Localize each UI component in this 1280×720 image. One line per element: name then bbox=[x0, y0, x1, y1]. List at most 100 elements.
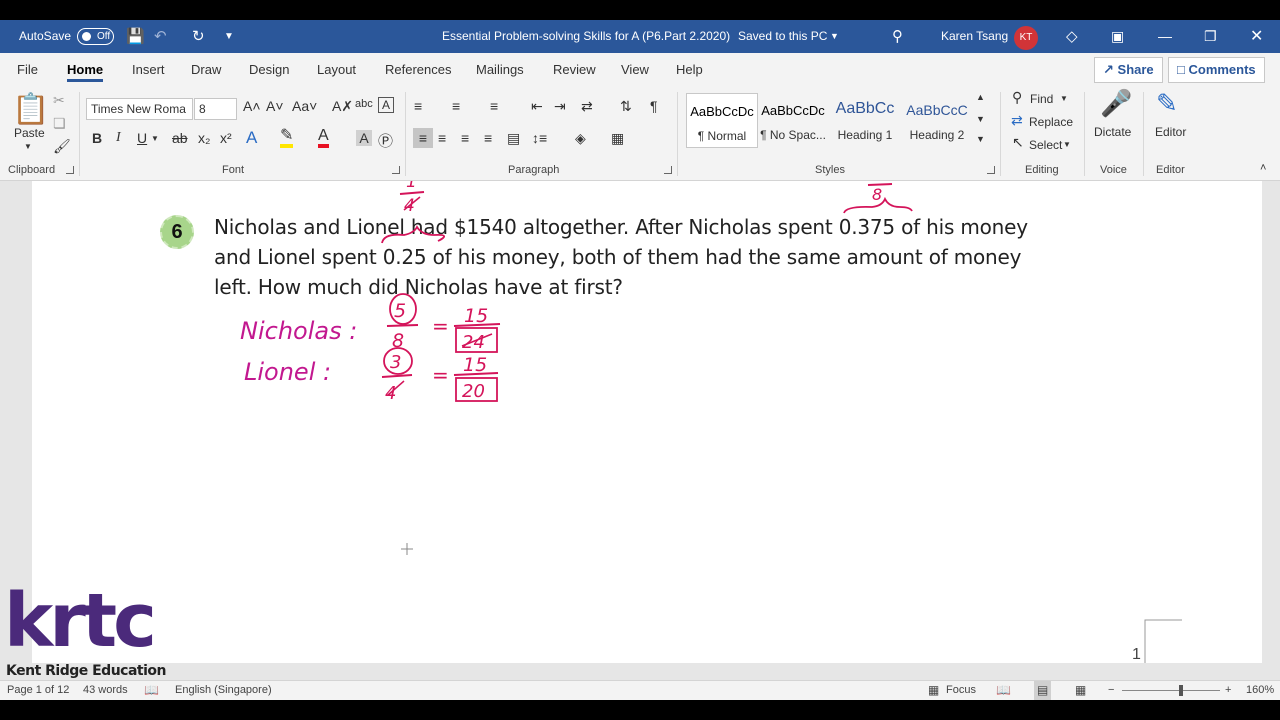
user-name[interactable]: Karen Tsang bbox=[941, 20, 1008, 53]
page-count[interactable]: Page 1 of 12 bbox=[7, 681, 69, 701]
superscript-icon[interactable]: x² bbox=[220, 130, 232, 146]
editor-pen-icon[interactable]: ✎ bbox=[1156, 88, 1178, 119]
read-mode-icon[interactable]: 📖 bbox=[996, 681, 1011, 701]
change-case-icon[interactable]: Aa˅ bbox=[292, 98, 317, 114]
italic-icon[interactable]: I bbox=[116, 130, 121, 146]
find-icon[interactable]: ⚲ bbox=[1012, 89, 1022, 106]
replace-icon[interactable]: ⇄ bbox=[1011, 112, 1023, 129]
strikethrough-icon[interactable]: ab bbox=[172, 130, 188, 146]
font-name-combo[interactable]: Times New Roma bbox=[86, 98, 193, 120]
styles-launcher-icon[interactable] bbox=[987, 166, 995, 174]
word-count[interactable]: 43 words bbox=[83, 681, 128, 701]
tab-help[interactable]: Help bbox=[676, 53, 703, 86]
document-page[interactable]: 6 Nicholas and Lionel had $1540 altogeth… bbox=[32, 181, 1262, 663]
styles-scroll-down-icon[interactable]: ▼ bbox=[976, 114, 985, 124]
zoom-in-icon[interactable]: + bbox=[1225, 681, 1231, 701]
grow-font-icon[interactable]: A˄ bbox=[243, 98, 261, 114]
close-icon[interactable]: ✕ bbox=[1250, 20, 1263, 53]
borders-icon[interactable]: ▦ bbox=[611, 130, 624, 147]
tab-layout[interactable]: Layout bbox=[317, 53, 356, 86]
shading-icon[interactable]: ◈ bbox=[575, 130, 586, 147]
copy-icon[interactable]: ❏ bbox=[53, 115, 66, 132]
redo-icon[interactable]: ↻ bbox=[192, 20, 205, 53]
focus-icon[interactable]: ▦ bbox=[928, 681, 939, 701]
avatar[interactable]: KT bbox=[1014, 26, 1038, 50]
print-layout-icon[interactable]: ▤ bbox=[1034, 681, 1052, 701]
underline-chevron-icon[interactable]: ▼ bbox=[151, 134, 159, 143]
decrease-indent-icon[interactable]: ⇤ bbox=[531, 98, 543, 115]
dictate-button[interactable]: Dictate bbox=[1094, 125, 1131, 139]
tab-insert[interactable]: Insert bbox=[132, 53, 165, 86]
style-heading-1[interactable]: AaBbCc Heading 1 bbox=[829, 93, 901, 148]
sort-icon[interactable]: ⇅ bbox=[620, 98, 632, 115]
zoom-slider[interactable] bbox=[1122, 685, 1220, 696]
font-launcher-icon[interactable] bbox=[392, 166, 400, 174]
show-marks-icon[interactable]: ¶ bbox=[650, 98, 658, 114]
replace-button[interactable]: Replace bbox=[1029, 115, 1073, 129]
tab-file[interactable]: File bbox=[17, 53, 38, 86]
align-center-icon[interactable]: ≡ bbox=[438, 130, 446, 146]
tab-review[interactable]: Review bbox=[553, 53, 596, 86]
customize-qat-icon[interactable]: ▼ bbox=[224, 20, 234, 53]
tab-draw[interactable]: Draw bbox=[191, 53, 221, 86]
collapse-ribbon-icon[interactable]: ˄ bbox=[1260, 162, 1266, 174]
comments-button[interactable]: □ Comments bbox=[1168, 57, 1265, 83]
save-status[interactable]: Saved to this PC bbox=[738, 20, 827, 53]
increase-indent-icon[interactable]: ⇥ bbox=[554, 98, 566, 115]
autosave-toggle[interactable]: Off bbox=[77, 28, 114, 45]
styles-more-icon[interactable]: ▼ bbox=[976, 134, 985, 144]
save-status-chevron-icon[interactable]: ▼ bbox=[830, 20, 839, 53]
select-chevron-icon[interactable]: ▼ bbox=[1063, 140, 1071, 149]
paste-label[interactable]: Paste bbox=[14, 126, 45, 140]
style-heading-2[interactable]: AaBbCcC Heading 2 bbox=[901, 93, 973, 148]
align-right-icon[interactable]: ≡ bbox=[461, 130, 469, 146]
subscript-icon[interactable]: x₂ bbox=[198, 130, 210, 146]
find-button[interactable]: Find bbox=[1030, 92, 1053, 106]
text-effects-icon[interactable]: A bbox=[246, 128, 257, 148]
bullets-icon[interactable]: ≡ bbox=[414, 98, 422, 114]
select-button[interactable]: Select bbox=[1029, 138, 1062, 152]
multilevel-list-icon[interactable]: ≡ bbox=[490, 98, 498, 114]
paragraph-launcher-icon[interactable] bbox=[664, 166, 672, 174]
language[interactable]: English (Singapore) bbox=[175, 681, 272, 701]
format-painter-icon[interactable]: 🖌 bbox=[53, 138, 71, 155]
paste-icon[interactable]: 📋 bbox=[12, 92, 49, 127]
tab-references[interactable]: References bbox=[385, 53, 451, 86]
enclose-characters-icon[interactable]: Ⓟ bbox=[378, 130, 393, 151]
character-shading-icon[interactable]: A bbox=[356, 130, 372, 146]
bold-icon[interactable]: B bbox=[92, 130, 102, 146]
clear-formatting-icon[interactable]: A✗ bbox=[332, 98, 353, 115]
share-button[interactable]: ↗ Share bbox=[1094, 57, 1163, 83]
highlight-icon[interactable]: ✎ bbox=[280, 128, 294, 148]
phonetic-guide-icon[interactable]: abc bbox=[355, 98, 373, 110]
zoom-out-icon[interactable]: − bbox=[1108, 681, 1114, 701]
web-layout-icon[interactable]: ▦ bbox=[1075, 681, 1086, 701]
find-chevron-icon[interactable]: ▼ bbox=[1060, 94, 1068, 103]
editor-button[interactable]: Editor bbox=[1155, 125, 1186, 139]
numbering-icon[interactable]: ≡ bbox=[452, 98, 460, 114]
undo-icon[interactable]: ↶ bbox=[154, 20, 167, 53]
zoom-level[interactable]: 160% bbox=[1246, 681, 1274, 701]
save-icon[interactable]: 💾 bbox=[126, 20, 145, 53]
paste-chevron-icon[interactable]: ▼ bbox=[24, 142, 32, 151]
character-border-icon[interactable]: A bbox=[378, 97, 394, 113]
tab-mailings[interactable]: Mailings bbox=[476, 53, 524, 86]
style-no-spacing[interactable]: AaBbCcDc ¶ No Spac... bbox=[757, 93, 829, 148]
style-normal[interactable]: AaBbCcDc ¶ Normal bbox=[686, 93, 758, 148]
font-size-combo[interactable]: 8 bbox=[194, 98, 237, 120]
align-left-icon[interactable]: ≡ bbox=[413, 128, 433, 148]
focus-button[interactable]: Focus bbox=[946, 681, 976, 701]
shrink-font-icon[interactable]: A˅ bbox=[266, 98, 284, 114]
tab-view[interactable]: View bbox=[621, 53, 649, 86]
clipboard-launcher-icon[interactable] bbox=[66, 166, 74, 174]
styles-scroll-up-icon[interactable]: ▲ bbox=[976, 92, 985, 102]
tab-design[interactable]: Design bbox=[249, 53, 289, 86]
line-spacing-icon[interactable]: ↕≡ bbox=[532, 130, 547, 146]
justify-icon[interactable]: ≡ bbox=[484, 130, 492, 146]
select-icon[interactable]: ↖ bbox=[1012, 134, 1024, 151]
minimize-icon[interactable]: — bbox=[1158, 20, 1172, 53]
document-area[interactable]: 6 Nicholas and Lionel had $1540 altogeth… bbox=[0, 181, 1280, 680]
font-color-icon[interactable]: A bbox=[318, 128, 329, 148]
distributed-icon[interactable]: ▤ bbox=[507, 130, 520, 147]
tab-home[interactable]: Home bbox=[67, 53, 104, 86]
